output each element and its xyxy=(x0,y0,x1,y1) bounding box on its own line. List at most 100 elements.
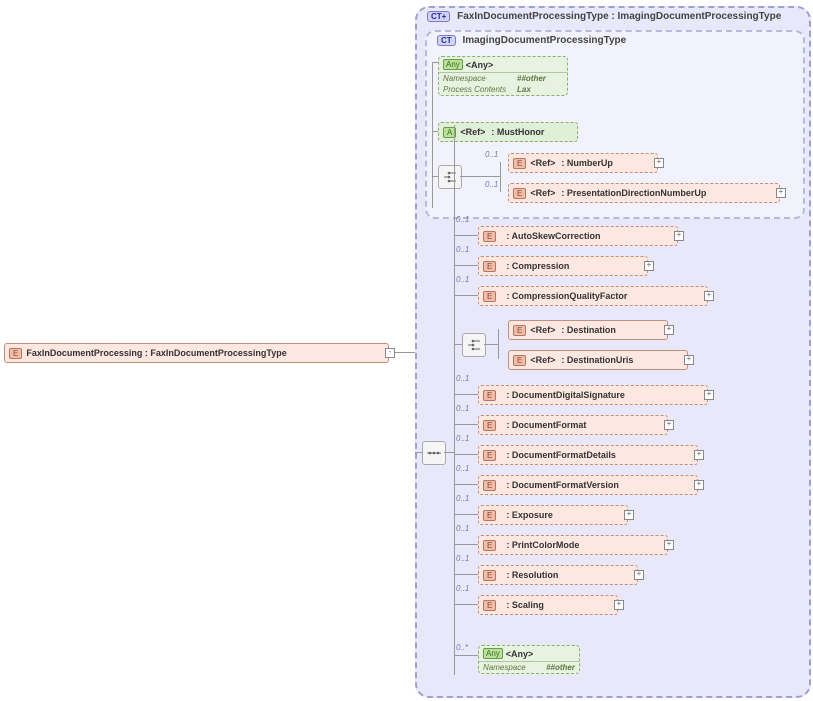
connector xyxy=(432,62,433,208)
connector xyxy=(454,344,462,345)
element-name: : DestinationUris xyxy=(561,355,633,365)
expand-icon[interactable]: + xyxy=(684,355,694,365)
expand-icon[interactable]: + xyxy=(664,540,674,550)
connector xyxy=(432,131,438,132)
connector xyxy=(454,295,478,296)
expand-icon[interactable]: + xyxy=(704,291,714,301)
connector xyxy=(500,162,501,192)
ct-badge: CT xyxy=(437,35,456,46)
element-badge: E xyxy=(483,390,496,401)
element-badge: E xyxy=(9,348,22,359)
element-name: : Scaling xyxy=(506,600,544,610)
ref-label: <Ref> xyxy=(460,127,485,137)
element-numberup: E <Ref> : NumberUp xyxy=(508,153,658,173)
expand-icon[interactable]: + xyxy=(664,325,674,335)
connector xyxy=(454,544,478,545)
element-scaling: E : Scaling xyxy=(478,595,618,615)
ct-outer-name: FaxInDocumentProcessingType : ImagingDoc… xyxy=(457,11,781,22)
root-element: E FaxInDocumentProcessing : FaxInDocumen… xyxy=(4,343,389,363)
root-element-name: FaxInDocumentProcessing : FaxInDocumentP… xyxy=(26,348,286,358)
element-badge: E xyxy=(513,158,526,169)
element-badge: E xyxy=(483,600,496,611)
occurrence: 0..1 xyxy=(456,524,469,533)
any-badge: Any xyxy=(443,59,463,70)
connector xyxy=(395,352,415,353)
expand-icon[interactable]: + xyxy=(634,570,644,580)
any-bottom-ns-key: Namespace xyxy=(483,663,546,672)
connector xyxy=(454,424,478,425)
connector xyxy=(460,176,500,177)
expand-icon[interactable]: + xyxy=(654,158,664,168)
connector xyxy=(454,235,478,236)
element-badge: E xyxy=(513,325,526,336)
expand-icon[interactable]: + xyxy=(694,450,704,460)
element-name: : Exposure xyxy=(506,510,553,520)
ref-label: <Ref> xyxy=(530,355,555,365)
element-badge: E xyxy=(483,510,496,521)
connector xyxy=(484,344,498,345)
connector xyxy=(454,484,478,485)
ref-label: <Ref> xyxy=(530,158,555,168)
any-top-pc-key: Process Contents xyxy=(443,85,517,94)
element-badge: E xyxy=(483,570,496,581)
connector xyxy=(415,452,422,453)
expand-icon[interactable]: + xyxy=(664,420,674,430)
expand-icon[interactable]: + xyxy=(614,600,624,610)
occurrence: 0..1 xyxy=(485,150,498,159)
musthonor-name: : MustHonor xyxy=(491,127,544,137)
occurrence: 0..1 xyxy=(456,434,469,443)
ct-ext-badge: CT+ xyxy=(427,11,450,22)
occurrence: 0..1 xyxy=(456,404,469,413)
element-compressionqualityfactor: E: CompressionQualityFactor xyxy=(478,286,708,306)
element-compression: E : Compression xyxy=(478,256,648,276)
element-name: : NumberUp xyxy=(561,158,613,168)
element-name: : PresentationDirectionNumberUp xyxy=(561,188,706,198)
element-badge: E xyxy=(513,355,526,366)
connector xyxy=(454,265,478,266)
element-badge: E xyxy=(483,480,496,491)
element-name: : DocumentFormat xyxy=(506,420,586,430)
connector xyxy=(454,604,478,605)
connector xyxy=(454,454,478,455)
element-name: : DocumentFormatVersion xyxy=(506,480,619,490)
element-documentformatversion: E : DocumentFormatVersion xyxy=(478,475,698,495)
expand-icon[interactable]: + xyxy=(624,510,634,520)
element-name: : Destination xyxy=(561,325,616,335)
occurrence: 0..1 xyxy=(456,374,469,383)
any-badge: Any xyxy=(483,648,503,659)
choice-compositor-inner xyxy=(438,165,462,189)
attribute-musthonor: A <Ref> : MustHonor xyxy=(438,122,578,142)
occurrence: 0..1 xyxy=(485,180,498,189)
expand-icon[interactable]: + xyxy=(694,480,704,490)
connector xyxy=(444,452,454,453)
element-destinationuris: E <Ref> : DestinationUris xyxy=(508,350,688,370)
expand-icon[interactable]: + xyxy=(704,390,714,400)
ct-inner-name: ImagingDocumentProcessingType xyxy=(462,35,626,46)
element-badge: E xyxy=(483,291,496,302)
expand-icon[interactable]: + xyxy=(644,261,654,271)
element-autoskewcorrection: E: AutoSkewCorrection xyxy=(478,226,678,246)
element-name: : Compression xyxy=(506,261,569,271)
element-badge: E xyxy=(483,420,496,431)
element-name: : DocumentFormatDetails xyxy=(506,450,616,460)
connector xyxy=(432,176,438,177)
connector xyxy=(454,394,478,395)
ct-outer-title: CT+ FaxInDocumentProcessingType : Imagin… xyxy=(427,11,781,22)
connector xyxy=(454,125,455,675)
element-documentformat: E : DocumentFormat xyxy=(478,415,668,435)
connector xyxy=(432,62,438,63)
element-name: : AutoSkewCorrection xyxy=(506,231,600,241)
choice-compositor-main xyxy=(462,333,486,357)
element-destination: E <Ref> : Destination xyxy=(508,320,668,340)
occurrence: 0..1 xyxy=(456,245,469,254)
diagram-canvas: E FaxInDocumentProcessing : FaxInDocumen… xyxy=(0,0,813,701)
expand-icon[interactable]: + xyxy=(674,231,684,241)
connector xyxy=(498,329,499,359)
element-presentationdirectionnumberup: E <Ref> : PresentationDirectionNumberUp xyxy=(508,183,780,203)
expand-icon[interactable]: + xyxy=(776,188,786,198)
occurrence: 0..* xyxy=(456,643,468,652)
element-badge: E xyxy=(483,261,496,272)
expand-icon[interactable]: - xyxy=(385,348,395,358)
any-wildcard-top: Any<Any> Namespace##other Process Conten… xyxy=(438,56,568,96)
occurrence: 0..1 xyxy=(456,494,469,503)
